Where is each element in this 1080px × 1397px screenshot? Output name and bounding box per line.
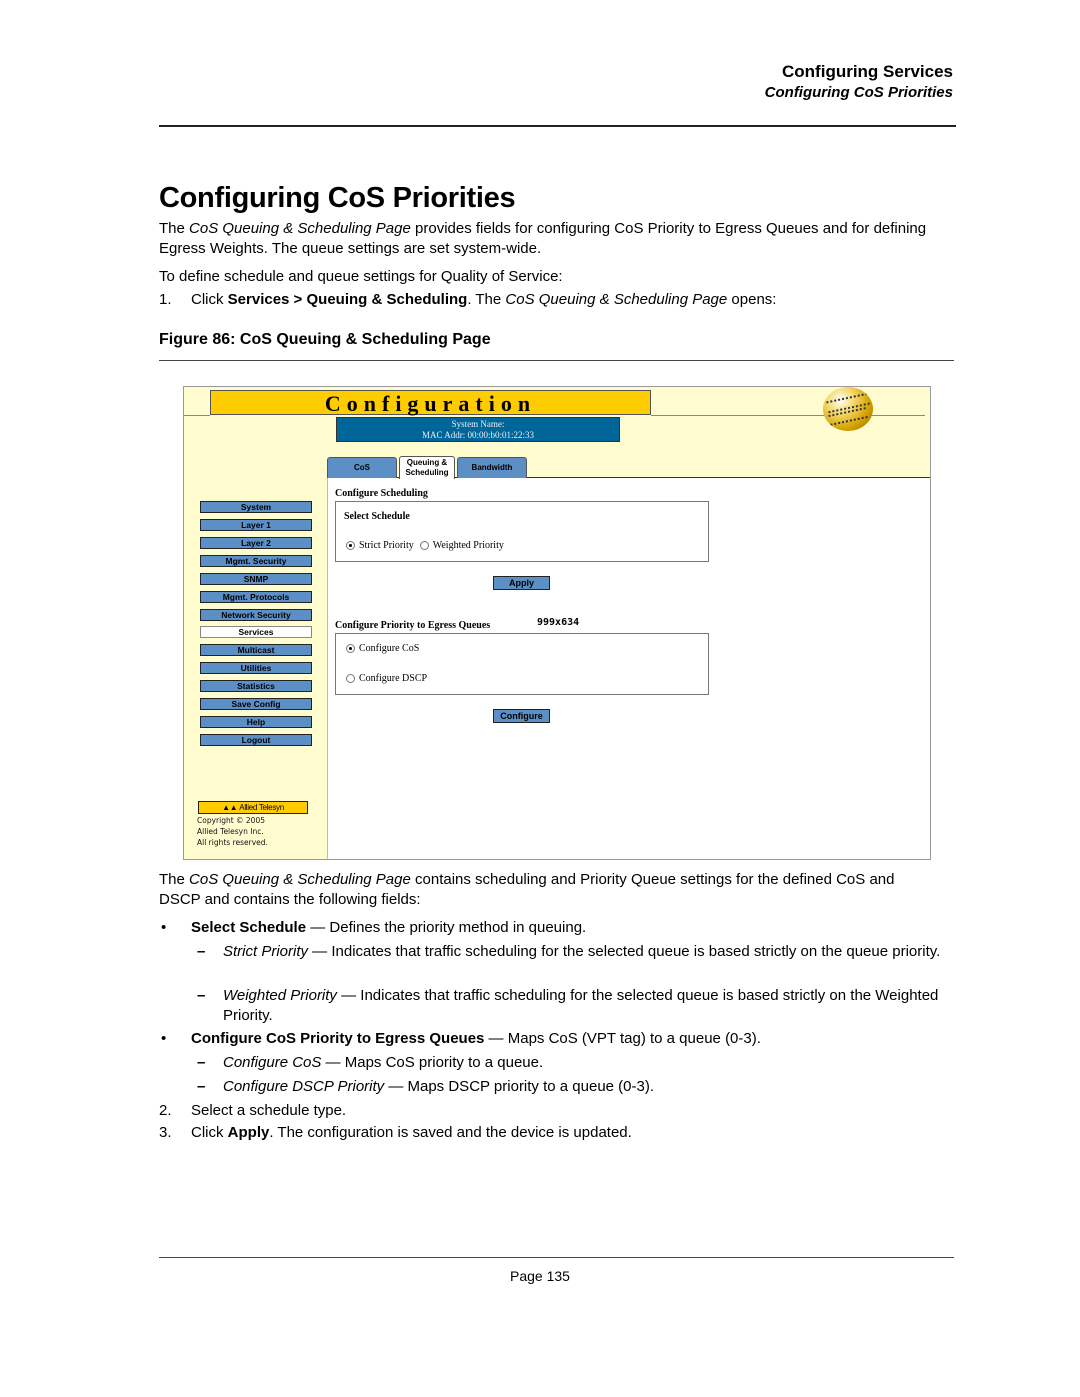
bullet-icon: •: [161, 919, 167, 936]
nav-statistics[interactable]: Statistics: [200, 680, 312, 692]
page-number: Page 135: [510, 1268, 570, 1284]
figure-rule: [159, 360, 954, 361]
copyright-notice: Copyright © 2005 Allied Telesyn Inc. All…: [197, 816, 268, 847]
nav-services[interactable]: Services: [200, 626, 312, 638]
strict-priority-radio[interactable]: [346, 541, 355, 550]
configure-scheduling-label: Configure Scheduling: [335, 488, 428, 499]
configure-dscp-option: Configure DSCP: [346, 673, 427, 684]
field-name: Configure CoS Priority to Egress Queues: [191, 1030, 485, 1047]
dash-icon: –: [197, 943, 206, 960]
configure-dscp-radio[interactable]: [346, 674, 355, 683]
figure-caption: Figure 86: CoS Queuing & Scheduling Page: [159, 331, 491, 348]
nav-network-security[interactable]: Network Security: [200, 609, 312, 621]
tab-bandwidth[interactable]: Bandwidth: [457, 457, 527, 478]
procedure-intro: To define schedule and queue settings fo…: [159, 268, 563, 285]
configure-cos-radio[interactable]: [346, 644, 355, 653]
nav-layer-2[interactable]: Layer 2: [200, 537, 312, 549]
mac-address: MAC Addr: 00:00:b0:01:22:33: [421, 430, 534, 440]
apply-button[interactable]: Apply: [493, 576, 550, 590]
dash-icon: –: [197, 987, 206, 1004]
banner-rule-right: [651, 415, 925, 416]
weighted-priority-radio[interactable]: [419, 541, 429, 550]
nav-utilities[interactable]: Utilities: [200, 662, 312, 674]
fields-list: • Select Schedule — Defines the priority…: [159, 919, 941, 1141]
dash-icon: –: [197, 1054, 206, 1071]
tab-cos[interactable]: CoS: [327, 457, 397, 478]
nav-save-config[interactable]: Save Config: [200, 698, 312, 710]
configure-button[interactable]: Configure: [493, 709, 550, 723]
intro-paragraph: The CoS Queuing & Scheduling Page provid…: [159, 220, 927, 257]
step-number: 2.: [159, 1102, 172, 1119]
configure-dscp-label: Configure DSCP: [359, 673, 428, 684]
nav-help[interactable]: Help: [200, 716, 312, 728]
step-number: 1.: [159, 291, 172, 308]
step-1: 1. Click Services > Queuing & Scheduling.…: [159, 291, 777, 308]
section-title: Configuring CoS Priorities: [159, 182, 516, 214]
header-rule: [159, 125, 956, 127]
nav-mgmt-protocols[interactable]: Mgmt. Protocols: [200, 591, 312, 603]
dimensions-annotation: 999x634: [537, 617, 580, 628]
page-name-italic: CoS Queuing & Scheduling Page: [189, 220, 411, 237]
nav-mgmt-security[interactable]: Mgmt. Security: [200, 555, 312, 567]
footer-rule: [159, 1257, 954, 1258]
configure-priority-label: Configure Priority to Egress Queues: [335, 620, 491, 631]
egress-queues-panel: Configure CoS Configure DSCP: [335, 633, 709, 695]
globe-logo-icon: [823, 387, 873, 431]
nav-layer-1[interactable]: Layer 1: [200, 519, 312, 531]
nav-snmp[interactable]: SNMP: [200, 573, 312, 585]
nav-multicast[interactable]: Multicast: [200, 644, 312, 656]
bullet-icon: •: [161, 1030, 167, 1047]
dash-icon: –: [197, 1078, 206, 1095]
configuration-banner: Configuration: [210, 390, 651, 416]
system-info-box: System Name: MAC Addr: 00:00:b0:01:22:33: [336, 417, 620, 442]
description-paragraph: The CoS Queuing & Scheduling Page contai…: [159, 871, 895, 908]
logo-mark-icon: ▲▲: [222, 803, 240, 812]
banner-rule-left: [184, 415, 210, 416]
select-schedule-title: Select Schedule: [344, 511, 410, 522]
schedule-radio-group: Strict Priority Weighted Priority: [346, 540, 504, 551]
nav-logout[interactable]: Logout: [200, 734, 312, 746]
step-number: 3.: [159, 1124, 172, 1141]
configure-cos-option: Configure CoS: [346, 643, 419, 654]
weighted-priority-label: Weighted Priority: [432, 540, 504, 551]
allied-telesyn-logo: ▲▲ Allied Telesyn: [198, 801, 308, 814]
strict-priority-label: Strict Priority: [359, 540, 414, 551]
running-header-section: Configuring CoS Priorities: [764, 84, 953, 101]
figure-screenshot: Configuration System Name: MAC Addr: 00:…: [183, 386, 931, 860]
menu-path: Services > Queuing & Scheduling: [227, 291, 468, 308]
system-name-label: System Name:: [451, 419, 505, 429]
configure-cos-label: Configure CoS: [359, 643, 420, 654]
select-schedule-panel: Select Schedule Strict Priority Weighted…: [335, 501, 709, 562]
running-header-chapter: Configuring Services: [782, 62, 953, 81]
nav-system[interactable]: System: [200, 501, 312, 513]
field-name: Select Schedule: [191, 919, 307, 936]
tab-queuing-scheduling[interactable]: Queuing & Scheduling: [399, 456, 455, 479]
